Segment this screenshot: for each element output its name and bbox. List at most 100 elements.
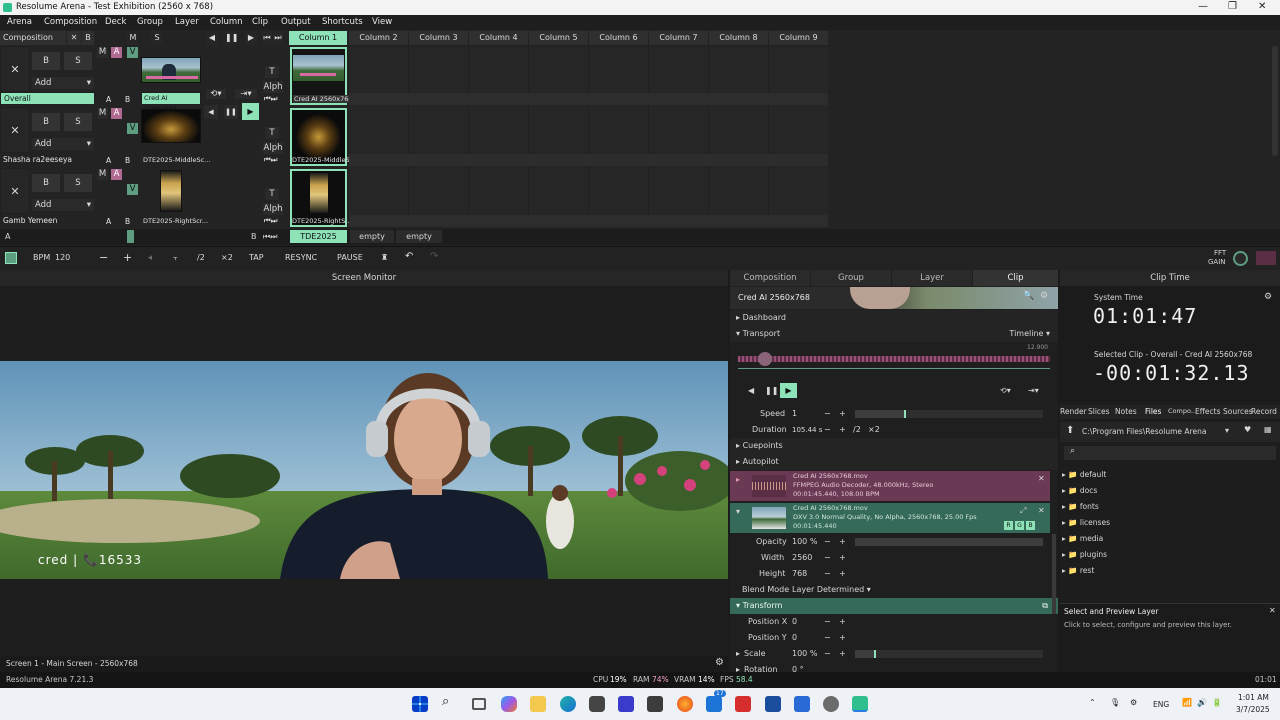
edge-icon[interactable] xyxy=(560,696,576,712)
composition-bypass-button[interactable]: B xyxy=(82,31,94,45)
layer-add-dropdown[interactable]: Add ▾ xyxy=(32,77,94,89)
clip-direction-dropdown[interactable]: ⇥▾ xyxy=(1028,386,1039,395)
footer-green-marker[interactable] xyxy=(127,230,134,243)
inspector-scrollbar[interactable] xyxy=(1052,534,1056,614)
transport-section[interactable]: ▾ Transport Timeline ▾ xyxy=(730,326,1058,342)
layer-solo-button[interactable]: S xyxy=(64,52,92,70)
folder-item[interactable]: ▸ 📁 licenses xyxy=(1062,518,1110,527)
bpm-value[interactable]: 120 xyxy=(55,253,70,262)
position-x-plus[interactable]: + xyxy=(839,614,846,630)
transport-prev-button[interactable]: ⏮ xyxy=(262,31,272,45)
menu-output[interactable]: Output xyxy=(281,17,311,27)
position-x-value[interactable]: 0 xyxy=(792,614,797,630)
bpm-minus-button[interactable]: − xyxy=(99,251,108,264)
tab-effects[interactable]: Effects xyxy=(1195,407,1221,416)
folder-item[interactable]: ▸ 📁 docs xyxy=(1062,486,1097,495)
duration-double[interactable]: ×2 xyxy=(868,422,880,438)
height-minus[interactable]: − xyxy=(824,566,831,582)
layer-a-button[interactable]: A xyxy=(111,169,122,180)
position-x-minus[interactable]: − xyxy=(824,614,831,630)
layer-back-button[interactable]: ◀ xyxy=(204,105,218,119)
bpm-half-button[interactable]: /2 xyxy=(197,253,205,262)
scale-slider[interactable] xyxy=(855,650,1043,658)
deck-tab-empty-2[interactable]: empty xyxy=(396,230,442,243)
transform-preset-icon[interactable]: ⧉ xyxy=(1042,598,1048,614)
audio-waveform[interactable]: 12.900 xyxy=(738,344,1050,369)
app2-icon[interactable] xyxy=(735,696,751,712)
video-expand-icon[interactable]: ⤢ xyxy=(1020,506,1026,516)
composition-master-s[interactable]: S xyxy=(151,31,163,45)
column-header-9[interactable]: Column 9 xyxy=(769,31,828,45)
layer-t-button[interactable]: T xyxy=(265,66,279,78)
layer-preview-thumbnail[interactable] xyxy=(141,109,201,143)
opacity-minus[interactable]: − xyxy=(824,534,831,550)
dashboard-section[interactable]: ▸ Dashboard xyxy=(730,310,1058,326)
clip-back-button[interactable]: ◀ xyxy=(748,386,754,395)
column-header-8[interactable]: Column 8 xyxy=(709,31,768,45)
layer-clear-button[interactable]: ✕ xyxy=(0,168,30,214)
menu-arena[interactable]: Arena xyxy=(7,17,32,27)
volume-icon[interactable]: 🔊 xyxy=(1197,698,1207,707)
tab-render[interactable]: Render xyxy=(1060,407,1087,416)
transport-next-button[interactable]: ⏭ xyxy=(273,31,283,45)
transport-play-button[interactable]: ▶ xyxy=(245,31,257,45)
app3-icon[interactable] xyxy=(765,696,781,712)
up-folder-icon[interactable]: ⬆ xyxy=(1066,425,1074,436)
layer-b-toggle[interactable]: B xyxy=(125,217,130,226)
layer-a-button[interactable]: A xyxy=(111,47,122,58)
favorite-icon[interactable]: ♥ xyxy=(1244,425,1251,434)
width-value[interactable]: 2560 xyxy=(792,550,812,566)
layer-a-button[interactable]: A xyxy=(111,108,122,119)
layer-alpha-button[interactable]: Alph xyxy=(263,81,283,93)
layer-mute-button[interactable]: M xyxy=(97,169,108,180)
path-dropdown[interactable]: C:\Program Files\Resolume Arena xyxy=(1082,427,1206,436)
transport-back-button[interactable]: ◀ xyxy=(206,31,218,45)
layer-active-clip-name[interactable]: DTE2025-MiddleSc... xyxy=(143,156,210,164)
clip-play-button[interactable]: ▶ xyxy=(780,383,797,398)
composition-scrollbar[interactable] xyxy=(1272,46,1278,156)
layer-add-dropdown[interactable]: Add ▾ xyxy=(32,199,94,211)
layer-a-toggle[interactable]: A xyxy=(106,156,111,165)
wifi-icon[interactable]: 📶 xyxy=(1182,698,1192,707)
copilot-icon[interactable] xyxy=(501,696,517,712)
layer-add-dropdown[interactable]: Add ▾ xyxy=(32,138,94,150)
transform-section[interactable]: ▾ Transform ⧉ xyxy=(730,598,1058,614)
duration-half[interactable]: /2 xyxy=(853,422,861,438)
layer-a-toggle[interactable]: A xyxy=(106,217,111,226)
height-plus[interactable]: + xyxy=(839,566,846,582)
tab-notes[interactable]: Notes xyxy=(1115,407,1137,416)
column-header-5[interactable]: Column 5 xyxy=(529,31,588,45)
task-view-icon[interactable] xyxy=(472,698,486,710)
duration-plus[interactable]: + xyxy=(839,422,846,438)
empty-clip-cells[interactable] xyxy=(349,47,828,227)
duration-minus[interactable]: − xyxy=(824,422,831,438)
composition-master-m[interactable]: M xyxy=(127,31,139,45)
speed-value[interactable]: 1 xyxy=(792,406,797,422)
tab-group[interactable]: Group xyxy=(811,270,891,286)
transport-pause-button[interactable]: ❚❚ xyxy=(225,31,238,45)
layer-video-button[interactable]: V xyxy=(127,47,138,58)
footer-a-button[interactable]: A xyxy=(5,232,10,241)
store-icon[interactable] xyxy=(647,696,663,712)
bpm-double-button[interactable]: ×2 xyxy=(221,253,233,262)
video-track[interactable]: ▾ Cred AI 2560x768.mov DXV 3.0 Normal Qu… xyxy=(730,503,1050,533)
composition-clear-button[interactable]: ✕ xyxy=(67,31,81,45)
layer-active-clip-name[interactable]: DTE2025-RightScr... xyxy=(143,217,208,225)
folder-item[interactable]: ▸ 📁 fonts xyxy=(1062,502,1099,511)
menu-clip[interactable]: Clip xyxy=(252,17,268,27)
menu-composition[interactable]: Composition xyxy=(44,17,97,27)
battery-icon[interactable]: 🔋 xyxy=(1212,698,1222,707)
width-plus[interactable]: + xyxy=(839,550,846,566)
rgb-r-button[interactable]: R xyxy=(1004,521,1013,530)
firefox-icon[interactable] xyxy=(677,696,693,712)
redo-icon[interactable]: ↷ xyxy=(430,251,438,262)
search-icon[interactable]: ⌕ xyxy=(442,694,458,710)
deck-tab-tde2025[interactable]: TDE2025 xyxy=(290,230,347,243)
monitor-preview-video[interactable]: cred | 📞16533 xyxy=(0,361,728,579)
undo-icon[interactable]: ↶ xyxy=(405,251,413,262)
layer-name-gamb[interactable]: Gamb Yemeen xyxy=(3,216,57,225)
opacity-plus[interactable]: + xyxy=(839,534,846,550)
folder-item[interactable]: ▸ 📁 default xyxy=(1062,470,1106,479)
layer-b-toggle[interactable]: B xyxy=(125,95,130,104)
footer-b-button[interactable]: B xyxy=(251,232,257,241)
